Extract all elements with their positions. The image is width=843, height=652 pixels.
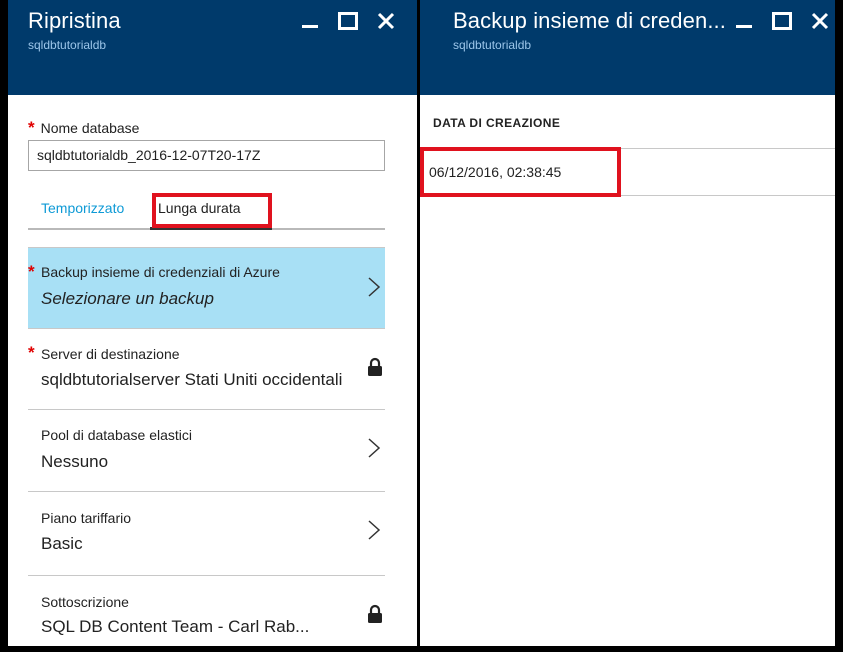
blade-content: DATA DI CREAZIONE 06/12/2016, 02:38:45 bbox=[420, 95, 835, 646]
list-item-pricing-tier[interactable]: Piano tariffario Basic bbox=[28, 492, 385, 576]
blade-content: * Nome database sqldbtutorialdb_2016-12-0… bbox=[8, 95, 417, 646]
database-name-input[interactable]: sqldbtutorialdb_2016-12-07T20-17Z bbox=[28, 140, 385, 171]
restore-options-list: * Backup insieme di credenziali di Azure… bbox=[28, 247, 385, 646]
lock-icon bbox=[368, 604, 382, 623]
required-mark: * bbox=[28, 343, 35, 362]
subscription-value: SQL DB Content Team - Carl Rab... bbox=[41, 617, 310, 636]
lock-icon bbox=[368, 357, 382, 376]
maximize-button[interactable] bbox=[763, 10, 801, 32]
minimize-icon bbox=[302, 25, 318, 28]
minimize-button[interactable] bbox=[291, 10, 329, 32]
close-button[interactable] bbox=[367, 10, 405, 32]
database-name-label: * Nome database bbox=[28, 118, 139, 138]
elastic-pool-label: Pool di database elastici bbox=[41, 427, 192, 443]
pricing-tier-value: Basic bbox=[41, 534, 83, 553]
chevron-right-icon bbox=[368, 438, 381, 458]
minimize-button[interactable] bbox=[725, 10, 763, 32]
list-item-elastic-pool[interactable]: Pool di database elastici Nessuno bbox=[28, 410, 385, 492]
restore-blade: Ripristina sqldbtutorialdb * Nome databas… bbox=[8, 0, 417, 646]
required-mark: * bbox=[28, 118, 35, 137]
backup-vault-label: Backup insieme di credenziali di Azure bbox=[41, 264, 280, 280]
column-header-creation-date: DATA DI CREAZIONE bbox=[433, 116, 561, 130]
backup-vault-blade: Backup insieme di creden... sqldbtutoria… bbox=[420, 0, 835, 646]
target-server-value: sqldbtutorialserver Stati Uniti occident… bbox=[41, 370, 343, 389]
blade-subtitle: sqldbtutorialdb bbox=[28, 38, 107, 52]
blade-title: Ripristina bbox=[28, 8, 121, 33]
chevron-right-icon bbox=[368, 277, 381, 297]
tab-highlight-box bbox=[152, 193, 272, 228]
required-mark: * bbox=[28, 262, 35, 281]
minimize-icon bbox=[736, 25, 752, 28]
pricing-tier-label: Piano tariffario bbox=[41, 510, 132, 526]
backup-vault-value: Selezionare un backup bbox=[41, 289, 214, 308]
list-item-subscription[interactable]: Sottoscrizione SQL DB Content Team - Car… bbox=[28, 576, 385, 646]
maximize-icon bbox=[772, 12, 792, 30]
close-button[interactable] bbox=[801, 10, 835, 32]
window-controls bbox=[725, 10, 835, 32]
close-icon bbox=[811, 12, 829, 30]
tab-temporizzato[interactable]: Temporizzato bbox=[41, 200, 124, 216]
maximize-button[interactable] bbox=[329, 10, 367, 32]
blade-title: Backup insieme di creden... bbox=[453, 8, 726, 33]
maximize-icon bbox=[338, 12, 358, 30]
blade-header: Backup insieme di creden... sqldbtutoria… bbox=[420, 0, 835, 95]
blade-header: Ripristina sqldbtutorialdb bbox=[8, 0, 417, 95]
database-name-label-text: Nome database bbox=[40, 120, 140, 136]
list-item-backup-vault[interactable]: * Backup insieme di credenziali di Azure… bbox=[28, 247, 385, 329]
date-highlight-box bbox=[420, 147, 621, 197]
chevron-right-icon bbox=[368, 520, 381, 540]
elastic-pool-value: Nessuno bbox=[41, 452, 109, 471]
close-icon bbox=[377, 12, 395, 30]
blade-subtitle: sqldbtutorialdb bbox=[453, 38, 532, 52]
target-server-label: Server di destinazione bbox=[41, 346, 180, 362]
subscription-label: Sottoscrizione bbox=[41, 594, 129, 610]
list-item-target-server[interactable]: * Server di destinazione sqldbtutorialse… bbox=[28, 329, 385, 410]
window-controls bbox=[291, 10, 405, 32]
